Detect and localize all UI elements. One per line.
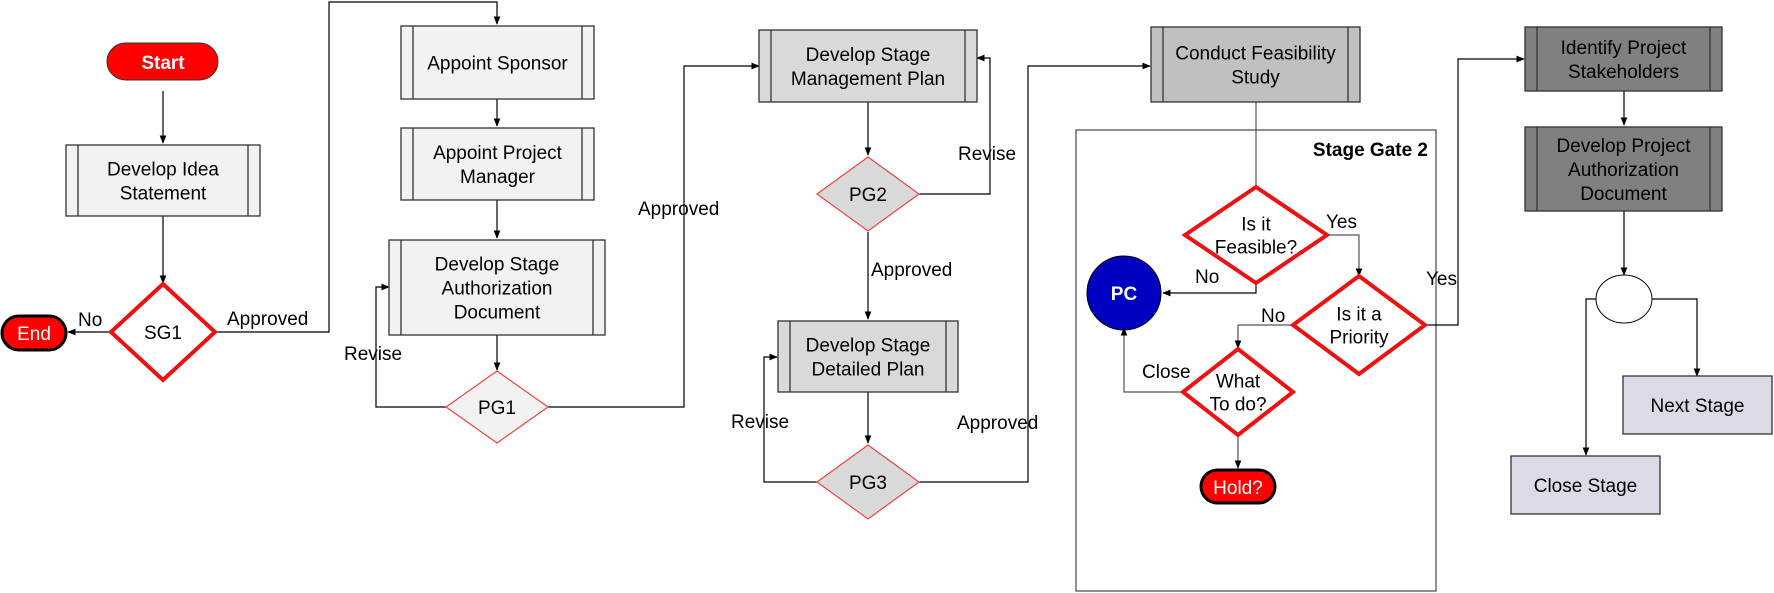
process-appoint-project-manager[interactable]: Appoint Project Manager (400, 127, 595, 201)
node-text-line: Identify Project (1561, 38, 1687, 59)
node-text-line: PG1 (478, 398, 516, 419)
process-box (777, 320, 959, 393)
label-what-close: Close (1142, 362, 1191, 383)
process-conduct-feasibility-study[interactable]: Conduct Feasibility Study (1150, 26, 1361, 103)
edge-junction-to-close (1582, 298, 1597, 456)
decision-what-to-do[interactable]: WhatTo do? (1179, 346, 1297, 438)
node-text-line: Develop Stage (806, 336, 931, 357)
node-text-line: Stakeholders (1568, 62, 1679, 83)
hold-terminal[interactable]: Hold? (1199, 468, 1277, 505)
node-text-line: Conduct Feasibility (1175, 44, 1336, 65)
label-priority-no: No (1261, 306, 1285, 327)
node-text-line: Develop Idea (107, 160, 219, 181)
node-text-line: Manager (460, 167, 536, 188)
label-pg1-approved: Approved (638, 199, 719, 220)
node-text-line: What (1216, 372, 1261, 393)
label-pg2-approved: Approved (871, 260, 952, 281)
svg-text:PC: PC (1111, 284, 1138, 305)
process-box (400, 127, 595, 201)
start-terminal[interactable]: Start (106, 42, 219, 81)
process-develop-stage-authorization-document[interactable]: Develop Stage Authorization Document (388, 239, 606, 336)
flowchart-canvas: Stage Gate 2 Start End Develop IdeaState… (0, 1, 1773, 592)
edge-pg1-approved (548, 62, 760, 408)
node-text-line: Document (454, 303, 541, 324)
svg-text:Start: Start (141, 53, 185, 74)
process-next-stage[interactable]: Next Stage (1622, 375, 1773, 435)
node-text-line: Study (1231, 68, 1280, 89)
node-text-line: Develop Project (1556, 136, 1691, 157)
node-text-line: PG2 (849, 185, 887, 206)
node-text-line: Develop Stage (435, 255, 560, 276)
junction-circle (1595, 274, 1653, 324)
node-text-line: Feasible? (1215, 238, 1297, 259)
label-pg1-revise: Revise (344, 344, 402, 365)
edge-junction-to-next (1651, 298, 1701, 377)
node-text-line: Is it (1241, 215, 1271, 236)
node-text-line: Close Stage (1534, 476, 1638, 497)
node-text-line: Detailed Plan (811, 360, 924, 381)
node-text-line: Next Stage (1651, 396, 1745, 417)
process-box (1150, 26, 1361, 103)
label-pg3-approved: Approved (957, 413, 1038, 434)
stage-gate-2-title: Stage Gate 2 (1313, 140, 1428, 161)
node-text-line: PG3 (849, 473, 887, 494)
label-feasible-yes: Yes (1326, 212, 1357, 233)
decision-pg1[interactable]: PG1 (444, 370, 550, 444)
node-text-line: Is it a (1336, 305, 1382, 326)
node-text-line: Statement (120, 184, 207, 205)
svg-text:End: End (17, 324, 51, 345)
decision-sg1[interactable]: SG1 (108, 281, 218, 383)
node-text-line: To do? (1209, 395, 1266, 416)
node-text-line: Authorization (1568, 160, 1679, 181)
label-feasible-no: No (1195, 267, 1219, 288)
process-box (758, 29, 978, 103)
process-appoint-sponsor[interactable]: Appoint Sponsor (400, 25, 595, 100)
label-pg3-revise: Revise (731, 412, 789, 433)
process-box (65, 144, 261, 217)
node-text-line: Appoint Project (433, 143, 563, 164)
node-text-line: Priority (1329, 328, 1389, 349)
node-text-line: Develop Stage (806, 45, 931, 66)
label-sg1-no: No (78, 310, 102, 331)
node-text-line: Management Plan (791, 69, 945, 90)
decision-pg2[interactable]: PG2 (815, 156, 921, 232)
process-close-stage[interactable]: Close Stage (1510, 455, 1661, 515)
end-terminal[interactable]: End (0, 314, 68, 352)
process-develop-stage-detailed-plan[interactable]: Develop Stage Detailed Plan (777, 320, 959, 393)
process-identify-project-stakeholders[interactable]: Identify Project Stakeholders (1524, 26, 1723, 92)
pc-connector[interactable]: PC (1086, 255, 1162, 331)
decision-is-it-a-priority[interactable]: Is it aPriority (1289, 273, 1429, 377)
node-text-line: Document (1580, 184, 1667, 205)
process-develop-stage-management-plan[interactable]: Develop Stage Management Plan (758, 29, 978, 103)
node-text-line: SG1 (144, 323, 182, 344)
label-sg1-approved: Approved (227, 309, 308, 330)
node-text-line: Appoint Sponsor (427, 54, 568, 75)
label-pg2-revise: Revise (958, 144, 1016, 165)
svg-text:Hold?: Hold? (1213, 478, 1263, 499)
node-text-line: Authorization (442, 279, 553, 300)
label-priority-yes: Yes (1426, 269, 1457, 290)
process-develop-project-authorization-document[interactable]: Develop Project Authorization Document (1524, 126, 1723, 212)
process-develop-idea-statement[interactable]: Develop Idea Statement (65, 144, 261, 217)
decision-pg3[interactable]: PG3 (815, 444, 921, 520)
edge-priority-no (1234, 324, 1297, 349)
